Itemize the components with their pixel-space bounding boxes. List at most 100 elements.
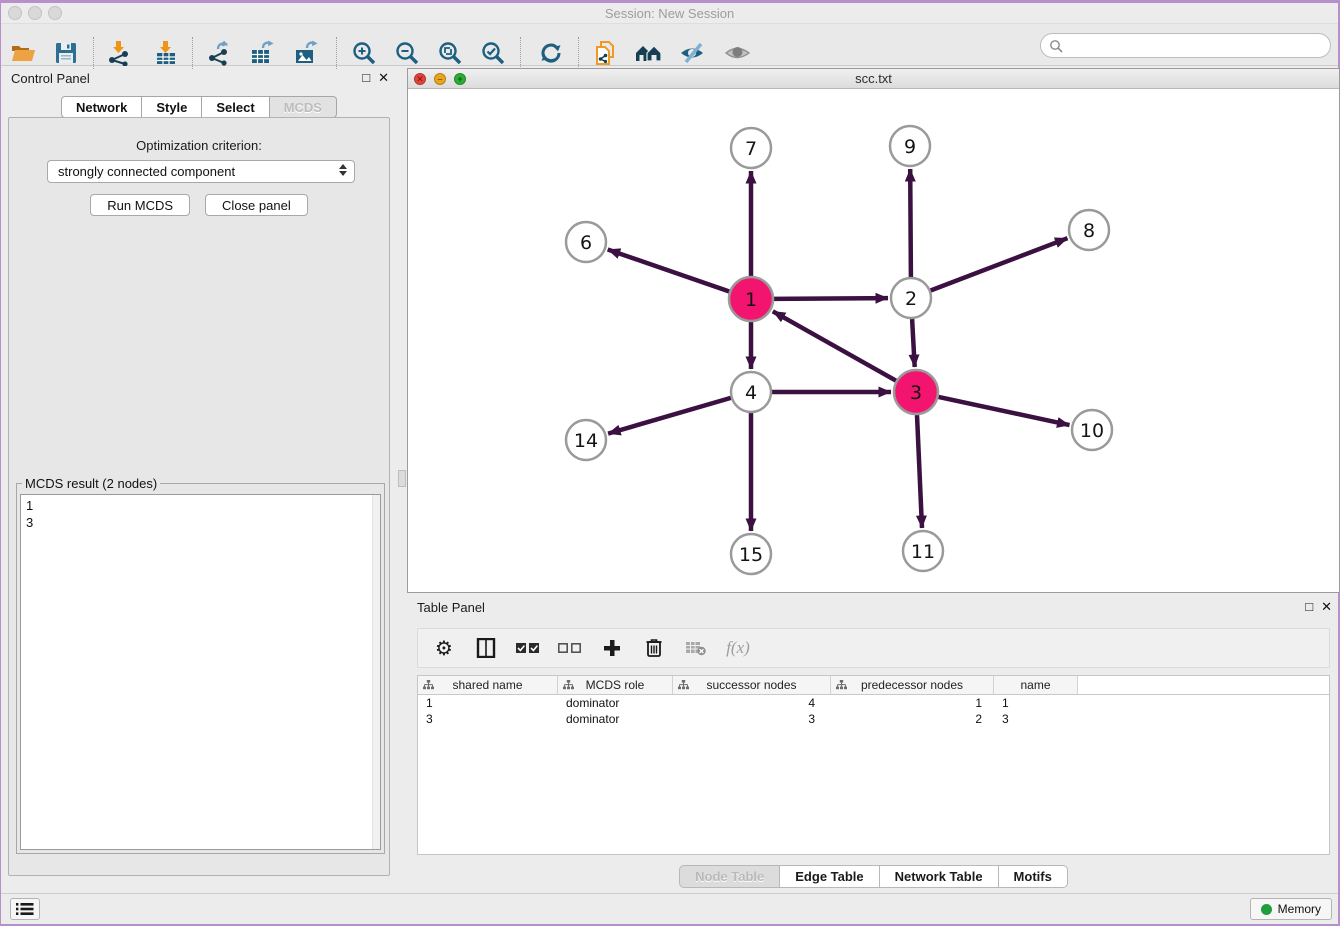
svg-text:15: 15: [739, 544, 763, 566]
cell-successor-nodes[interactable]: 4: [673, 696, 831, 710]
table-options-gear-icon[interactable]: ⚙: [432, 636, 456, 660]
column-header-shared-name[interactable]: shared name: [418, 676, 558, 694]
vertical-splitter-handle[interactable]: [398, 470, 406, 487]
graph-node[interactable]: 3: [894, 370, 938, 414]
memory-status-icon: [1261, 904, 1272, 915]
redraw-graph-icon[interactable]: [537, 39, 565, 67]
export-table-icon[interactable]: [248, 39, 276, 67]
svg-text:4: 4: [745, 382, 757, 404]
hide-selected-icon[interactable]: [679, 39, 707, 67]
clone-network-icon[interactable]: [592, 39, 620, 67]
svg-text:6: 6: [580, 232, 592, 254]
graph-node[interactable]: 14: [566, 420, 606, 460]
close-panel-icon[interactable]: ✕: [378, 70, 389, 86]
app-title: Session: New Session: [1, 6, 1338, 21]
unselect-all-columns-icon[interactable]: [558, 636, 582, 660]
svg-text:8: 8: [1083, 220, 1095, 242]
close-table-panel-icon[interactable]: ✕: [1321, 599, 1332, 615]
mcds-panel-body: Optimization criterion: strongly connect…: [8, 117, 390, 876]
criterion-dropdown[interactable]: strongly connected component: [47, 160, 355, 183]
add-column-icon[interactable]: [600, 636, 624, 660]
show-all-icon[interactable]: [724, 39, 752, 67]
cell-mcds-role[interactable]: dominator: [558, 712, 673, 726]
table-row[interactable]: 3 dominator 3 2 3: [418, 711, 1329, 727]
zoom-fit-icon[interactable]: [436, 39, 464, 67]
toolbar-separator: [93, 37, 94, 69]
graph-edge[interactable]: [912, 319, 915, 367]
tab-network[interactable]: Network: [61, 96, 142, 118]
graph-node[interactable]: 10: [1072, 410, 1112, 450]
svg-text:3: 3: [910, 382, 922, 404]
cell-shared-name[interactable]: 3: [418, 712, 558, 726]
toolbar-separator: [192, 37, 193, 69]
export-image-icon[interactable]: [292, 39, 320, 67]
graph-edge[interactable]: [774, 298, 888, 299]
optimization-criterion-label: Optimization criterion:: [9, 138, 389, 153]
search-field[interactable]: [1040, 33, 1331, 58]
open-session-icon[interactable]: [9, 39, 37, 67]
float-panel-icon[interactable]: □: [362, 70, 370, 86]
svg-text:2: 2: [905, 288, 917, 310]
zoom-selected-icon[interactable]: [479, 39, 507, 67]
graph-node[interactable]: 7: [731, 128, 771, 168]
tab-select[interactable]: Select: [202, 96, 269, 118]
column-header-name[interactable]: name: [994, 676, 1078, 694]
zoom-in-icon[interactable]: [350, 39, 378, 67]
column-header-mcds-role[interactable]: MCDS role: [558, 676, 673, 694]
graph-node[interactable]: 11: [903, 531, 943, 571]
cell-name[interactable]: 3: [994, 712, 1078, 726]
mcds-result-textarea[interactable]: 1 3: [20, 494, 381, 850]
tab-network-table[interactable]: Network Table: [880, 865, 999, 888]
graph-node[interactable]: 6: [566, 222, 606, 262]
svg-text:14: 14: [574, 430, 598, 452]
graph-node[interactable]: 4: [731, 372, 771, 412]
tab-style[interactable]: Style: [142, 96, 202, 118]
select-all-columns-icon[interactable]: [516, 636, 540, 660]
result-scrollbar[interactable]: [372, 495, 380, 849]
float-table-panel-icon[interactable]: □: [1305, 599, 1313, 615]
tab-motifs[interactable]: Motifs: [999, 865, 1068, 888]
graph-node[interactable]: 15: [731, 534, 771, 574]
close-panel-button[interactable]: Close panel: [205, 194, 308, 216]
graph-node[interactable]: 9: [890, 126, 930, 166]
delete-columns-icon[interactable]: [642, 636, 666, 660]
column-header-successor-nodes[interactable]: successor nodes: [673, 676, 831, 694]
task-history-button[interactable]: [10, 898, 40, 920]
tab-mcds[interactable]: MCDS: [270, 96, 337, 118]
cell-name[interactable]: 1: [994, 696, 1078, 710]
graph-node[interactable]: 1: [729, 277, 773, 321]
search-input[interactable]: [1068, 38, 1330, 53]
graph-edge[interactable]: [917, 415, 922, 528]
table-row[interactable]: 1 dominator 4 1 1: [418, 695, 1329, 711]
mcds-result-group: MCDS result (2 nodes) 1 3: [16, 476, 385, 854]
show-columns-icon[interactable]: [474, 636, 498, 660]
graph-edge[interactable]: [773, 311, 896, 380]
cell-shared-name[interactable]: 1: [418, 696, 558, 710]
graph-edge[interactable]: [608, 398, 731, 434]
export-network-icon[interactable]: [205, 39, 233, 67]
cell-predecessor-nodes[interactable]: 1: [831, 696, 994, 710]
zoom-out-icon[interactable]: [393, 39, 421, 67]
cell-successor-nodes[interactable]: 3: [673, 712, 831, 726]
run-mcds-button[interactable]: Run MCDS: [90, 194, 190, 216]
network-window-titlebar[interactable]: ✕ – + scc.txt: [408, 69, 1339, 89]
first-neighbors-icon[interactable]: [635, 39, 663, 67]
graph-edge[interactable]: [608, 250, 730, 292]
column-header-predecessor-nodes[interactable]: predecessor nodes: [831, 676, 994, 694]
svg-text:11: 11: [911, 541, 935, 563]
cell-predecessor-nodes[interactable]: 2: [831, 712, 994, 726]
tab-edge-table[interactable]: Edge Table: [780, 865, 879, 888]
memory-button[interactable]: Memory: [1250, 898, 1332, 920]
graph-node[interactable]: 2: [891, 278, 931, 318]
attribute-tree-icon: [678, 680, 689, 691]
save-session-icon[interactable]: [52, 39, 80, 67]
network-graph[interactable]: 7 9 6 8 1 2 4 3 14 10 15 11: [408, 89, 1339, 592]
import-table-icon[interactable]: [152, 39, 180, 67]
import-network-icon[interactable]: [105, 39, 133, 67]
graph-edge[interactable]: [910, 169, 911, 277]
tab-node-table[interactable]: Node Table: [679, 865, 780, 888]
graph-edge[interactable]: [939, 397, 1070, 425]
graph-node[interactable]: 8: [1069, 210, 1109, 250]
cell-mcds-role[interactable]: dominator: [558, 696, 673, 710]
graph-edge[interactable]: [931, 238, 1068, 290]
